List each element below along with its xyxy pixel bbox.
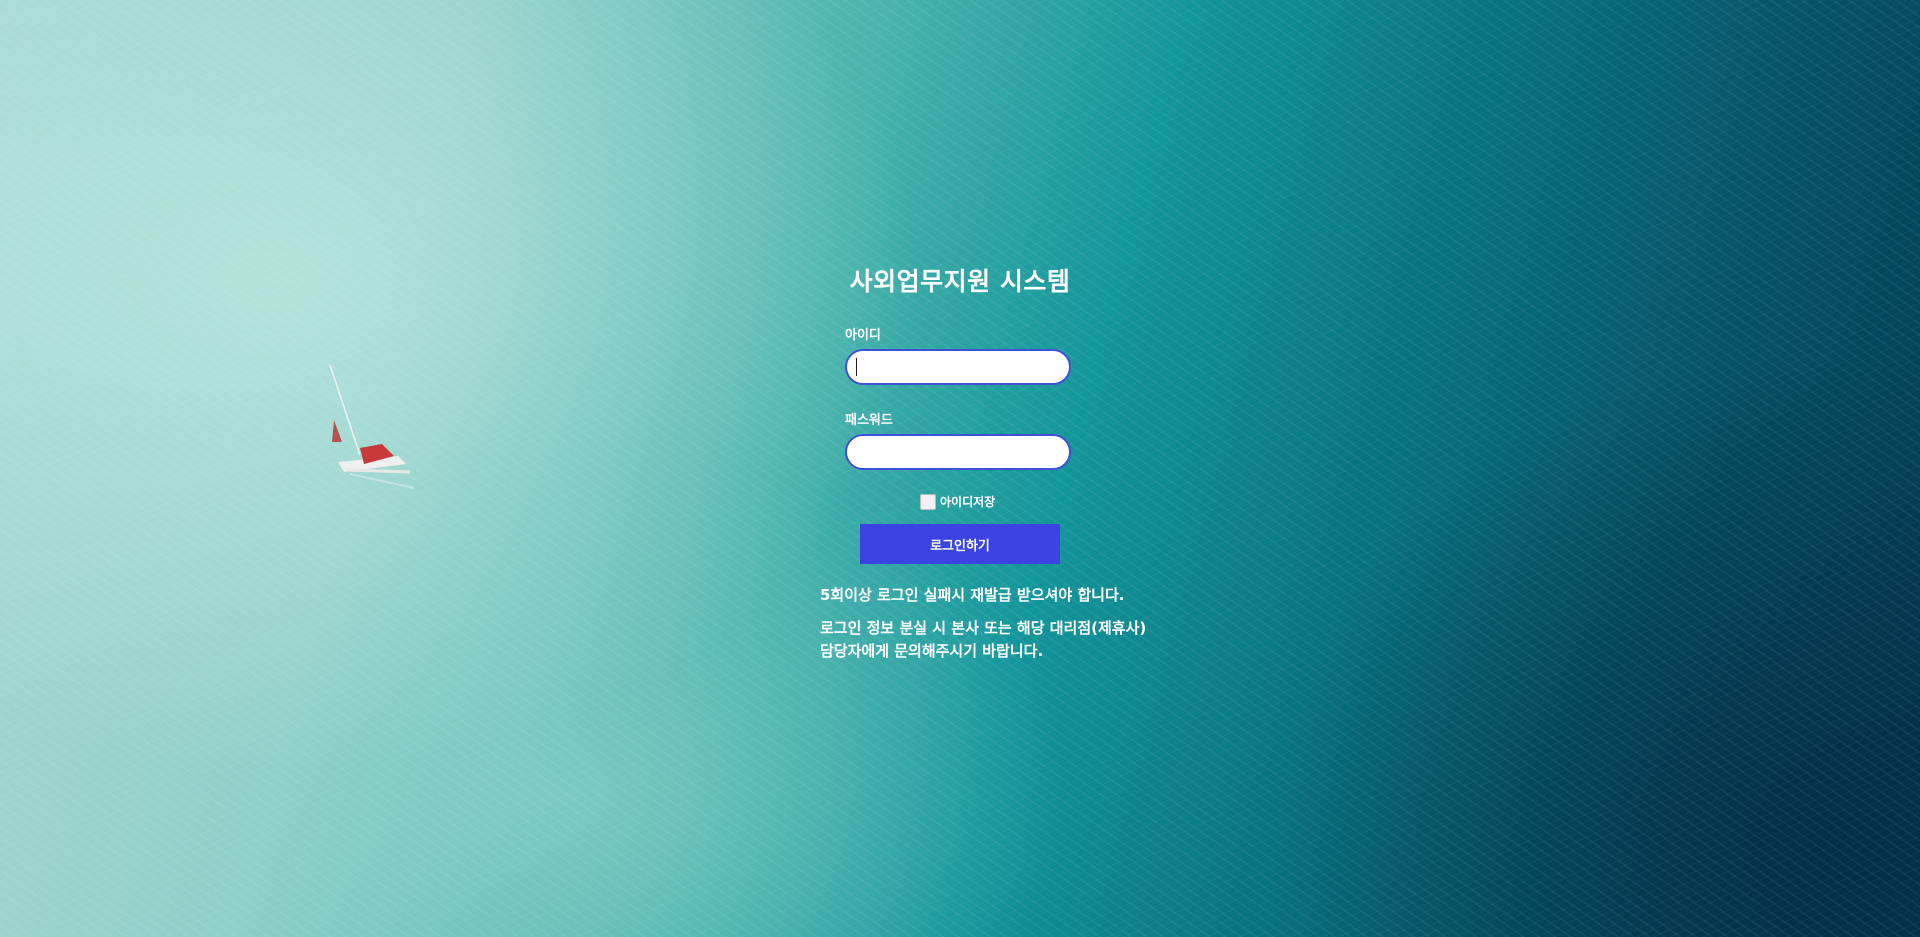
id-input[interactable] — [845, 349, 1071, 385]
password-label: 패스워드 — [845, 413, 893, 428]
notice-lost-credentials: 로그인 정보 분실 시 본사 또는 해당 대리점(제휴사) 담당자에게 문의해주… — [820, 619, 1147, 660]
id-label: 아이디 — [845, 328, 881, 343]
login-button[interactable]: 로그인하기 — [860, 524, 1060, 564]
remember-id-label: 아이디저장 — [940, 495, 996, 509]
page-title: 사외업무지원 시스템 — [849, 267, 1071, 296]
text-cursor — [856, 358, 857, 376]
sailboat-image — [329, 364, 415, 489]
remember-id-checkbox[interactable] — [920, 493, 936, 510]
password-input[interactable] — [845, 434, 1071, 470]
notice-login-failure: 5회이상 로그인 실패시 재발급 받으셔야 합니다. — [820, 586, 1125, 604]
remember-id-option[interactable]: 아이디저장 — [920, 493, 995, 510]
